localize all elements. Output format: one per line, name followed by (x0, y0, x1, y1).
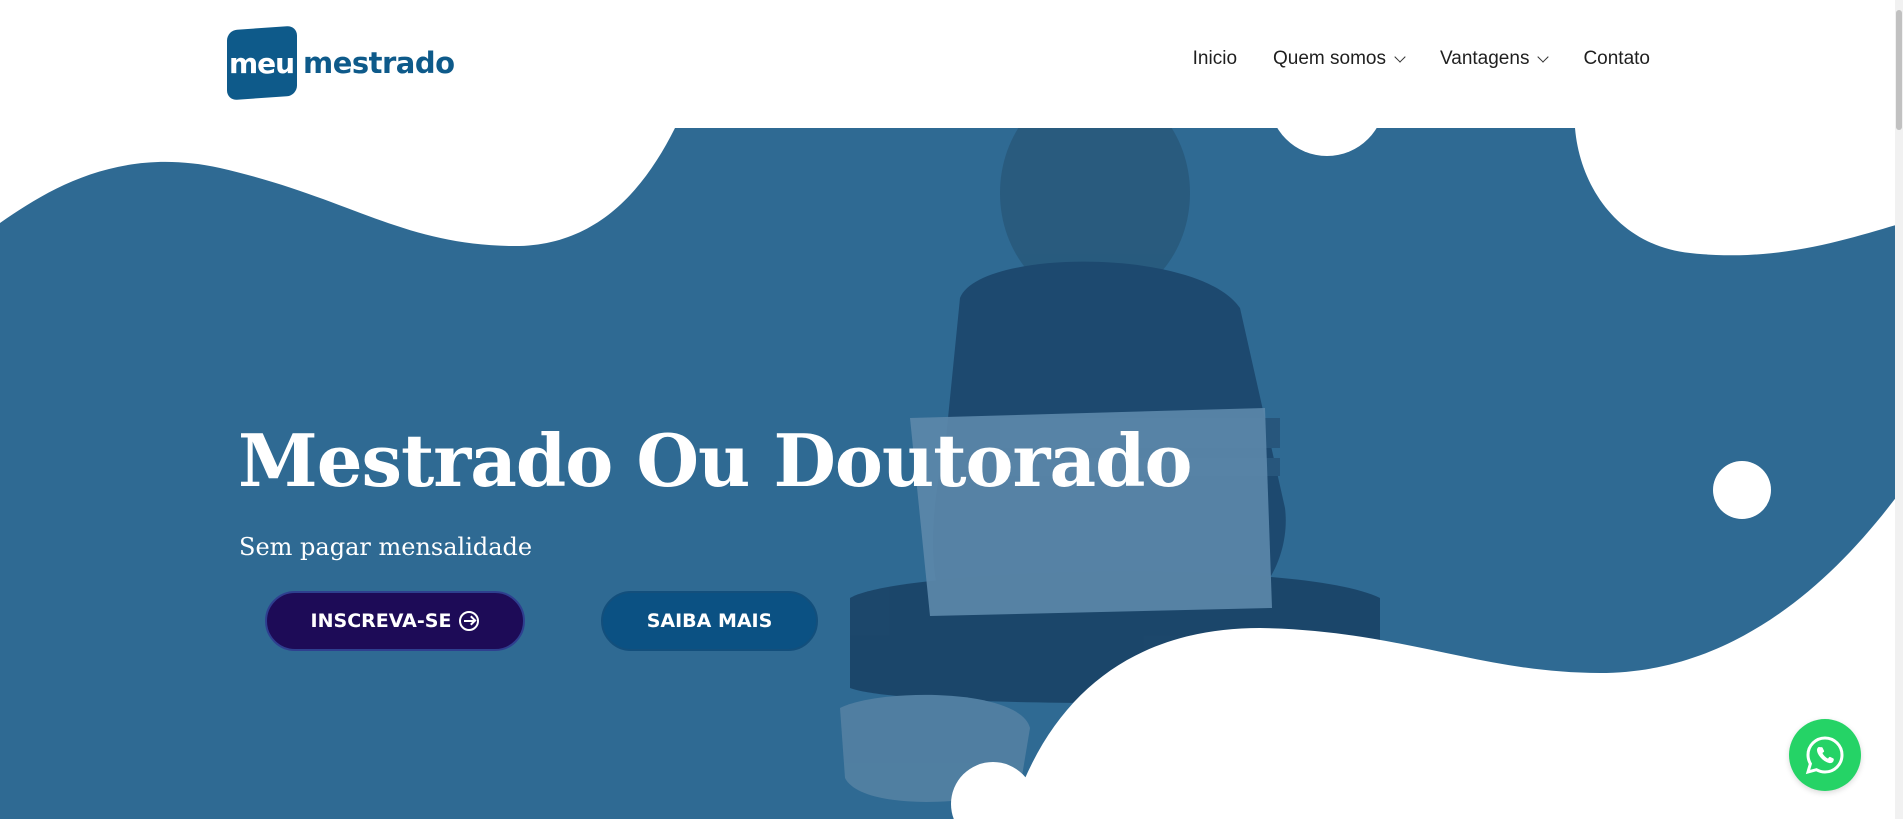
inscreva-se-button[interactable]: INSCREVA-SE (265, 591, 525, 651)
chevron-down-icon (1537, 50, 1550, 63)
nav-item-label: Inicio (1192, 48, 1238, 69)
arrow-circle-right-icon (459, 611, 480, 631)
logo-text: mestrado (303, 46, 455, 80)
wave-top-right (1575, 128, 1903, 256)
nav-item-quem-somos[interactable]: Quem somos (1273, 48, 1406, 70)
scrollbar-thumb[interactable] (1896, 10, 1902, 130)
inscreva-se-label: INSCREVA-SE (310, 610, 452, 632)
nav-item-label: Vantagens (1440, 48, 1530, 69)
main-nav: Inicio Quem somos Vantagens Contato (1193, 48, 1650, 70)
chevron-down-icon (1394, 50, 1406, 63)
nav-item-contato[interactable]: Contato (1583, 48, 1650, 70)
site-logo[interactable]: meu mestrado (227, 25, 455, 101)
wave-top-left (0, 128, 675, 247)
nav-item-label: Contato (1583, 48, 1650, 69)
deco-circle-top (1277, 128, 1377, 156)
whatsapp-icon (1805, 736, 1844, 775)
site-header: meu mestrado Inicio Quem somos Vantagens… (0, 0, 1903, 128)
nav-item-inicio[interactable]: Inicio (1193, 48, 1237, 70)
nav-item-vantagens[interactable]: Vantagens (1440, 48, 1550, 70)
logo-badge-text: meu (229, 46, 295, 80)
hero-title: Mestrado Ou Doutorado (238, 418, 1192, 503)
saiba-mais-button[interactable]: SAIBA MAIS (601, 591, 818, 651)
nav-item-label: Quem somos (1273, 48, 1386, 69)
saiba-mais-label: SAIBA MAIS (646, 610, 773, 632)
hero-subtitle: Sem pagar mensalidade (239, 533, 533, 561)
logo-badge: meu (227, 25, 297, 101)
hero-section: Mestrado Ou Doutorado Sem pagar mensalid… (0, 128, 1903, 819)
page-scrollbar[interactable] (1895, 0, 1903, 819)
whatsapp-button[interactable] (1789, 719, 1861, 791)
deco-circle-right (1713, 461, 1771, 519)
